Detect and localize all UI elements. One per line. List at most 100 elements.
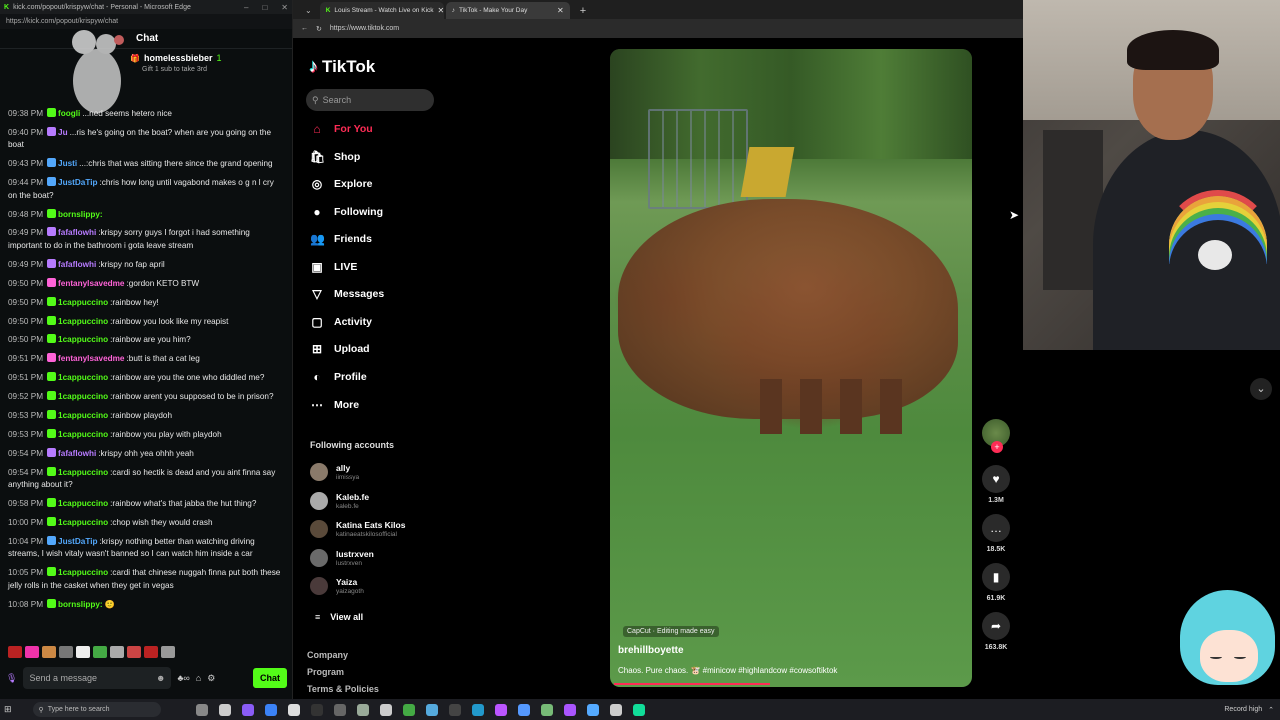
sidebar-item-for-you[interactable]: ⌂ For You	[310, 122, 372, 136]
taskbar-app-icon[interactable]	[402, 703, 415, 716]
minimize-icon[interactable]: –	[244, 3, 248, 12]
message-username[interactable]: 1cappuccino	[58, 430, 108, 439]
message-username[interactable]: fafaflowhi	[58, 260, 96, 269]
tab-close-icon[interactable]: ✕	[557, 6, 564, 15]
taskbar-app-icon[interactable]	[540, 703, 553, 716]
new-tab-icon[interactable]: +	[572, 5, 594, 19]
taskbar-app-icon[interactable]	[333, 703, 346, 716]
taskbar-app-icon[interactable]	[195, 703, 208, 716]
refresh-icon[interactable]: ↻	[316, 25, 322, 33]
follow-plus-icon[interactable]: +	[991, 441, 1003, 453]
record-status[interactable]: Record high	[1224, 706, 1262, 713]
taskbar-app-icon[interactable]	[310, 703, 323, 716]
heart-action[interactable]: ♥ 1.3M	[981, 465, 1011, 504]
emote-bar[interactable]	[8, 646, 175, 658]
emote-icon[interactable]	[59, 646, 73, 658]
taskbar-app-icon[interactable]	[563, 703, 576, 716]
sidebar-item-friends[interactable]: 👥 Friends	[310, 232, 372, 246]
emote-icon[interactable]	[161, 646, 175, 658]
following-account[interactable]: Yaiza yaizagoth	[310, 577, 364, 595]
footer-company[interactable]: Company	[307, 650, 348, 660]
emote-icon[interactable]	[25, 646, 39, 658]
video-player[interactable]: CapCut · Editing made easy brehillboyett…	[610, 49, 972, 687]
chevron-down-icon[interactable]: ⌄	[1250, 378, 1272, 400]
message-username[interactable]: Ju	[58, 128, 68, 137]
footer-terms[interactable]: Terms & Policies	[307, 684, 379, 694]
sidebar-item-following[interactable]: ● Following	[310, 205, 383, 219]
chat-url[interactable]: https://kick.com/popout/krispyw/chat	[6, 18, 118, 25]
heart-icon[interactable]: ♥	[982, 465, 1010, 493]
taskbar-app-icon[interactable]	[356, 703, 369, 716]
message-username[interactable]: 1cappuccino	[58, 411, 108, 420]
message-username[interactable]: fentanylsavedme	[58, 279, 124, 288]
window-controls[interactable]: – □ ✕	[244, 3, 288, 12]
following-account[interactable]: Kaleb.fe kaleb.fe	[310, 492, 369, 510]
sidebar-item-upload[interactable]: ⊞ Upload	[310, 342, 370, 356]
emote-icon[interactable]	[127, 646, 141, 658]
tab-list-icon[interactable]: ⌄	[299, 6, 318, 19]
comment-icon[interactable]: …	[982, 514, 1010, 542]
message-username[interactable]: JustDaTip	[58, 537, 97, 546]
message-username[interactable]: fafaflowhi	[58, 228, 96, 237]
sidebar-item-more[interactable]: ⋯ More	[310, 398, 359, 412]
message-username[interactable]: 1cappuccino	[58, 392, 108, 401]
chat-message-input[interactable]: Send a message ☻	[23, 667, 172, 689]
windows-start-icon[interactable]: ⊞	[4, 704, 12, 715]
footer-program[interactable]: Program	[307, 667, 344, 677]
message-username[interactable]: fentanylsavedme	[58, 354, 124, 363]
taskbar-app-icon[interactable]	[287, 703, 300, 716]
message-username[interactable]: 1cappuccino	[58, 335, 108, 344]
emote-icon[interactable]	[144, 646, 158, 658]
tray-chevron-icon[interactable]: ⌃	[1268, 706, 1274, 714]
taskbar-app-icon[interactable]	[448, 703, 461, 716]
taskbar-app-icon[interactable]	[218, 703, 231, 716]
tiktok-logo[interactable]: ♪ TikTok	[309, 56, 375, 77]
back-icon[interactable]: ←	[301, 25, 308, 32]
message-username[interactable]: bornslippy:	[58, 600, 103, 609]
emote-icon[interactable]	[8, 646, 22, 658]
taskbar-app-icon[interactable]	[379, 703, 392, 716]
emoji-icon[interactable]: ☻	[156, 673, 165, 683]
taskbar-app-icon[interactable]	[425, 703, 438, 716]
comment-action[interactable]: … 18.5K	[981, 514, 1011, 553]
video-progress-bar[interactable]	[614, 683, 770, 685]
microphone-icon[interactable]: 🎙	[6, 673, 17, 684]
close-icon[interactable]: ✕	[281, 3, 288, 12]
message-username[interactable]: 1cappuccino	[58, 298, 108, 307]
capcut-label[interactable]: CapCut · Editing made easy	[623, 626, 719, 637]
message-username[interactable]: bornslippy:	[58, 210, 103, 219]
taskbar-app-icon[interactable]	[609, 703, 622, 716]
message-username[interactable]: 1cappuccino	[58, 499, 108, 508]
settings-gear-icon[interactable]: ⚙	[207, 673, 215, 684]
taskbar-app-icon[interactable]	[586, 703, 599, 716]
emote-icon[interactable]	[110, 646, 124, 658]
pinned-gift-banner[interactable]: 🎁 homelessbieber 1 Gift 1 sub to take 3r…	[0, 49, 292, 99]
taskbar-app-icon[interactable]	[632, 703, 645, 716]
store-icon[interactable]: ⌂	[196, 673, 201, 683]
message-username[interactable]: 1cappuccino	[58, 317, 108, 326]
tab-close-icon[interactable]: ✕	[438, 6, 444, 15]
message-username[interactable]: fafaflowhi	[58, 449, 96, 458]
bookmark-action[interactable]: ▮ 61.9K	[981, 563, 1011, 602]
message-username[interactable]: foogli	[58, 109, 80, 118]
message-username[interactable]: 1cappuccino	[58, 468, 108, 477]
taskbar-app-icon[interactable]	[241, 703, 254, 716]
points-icon[interactable]: ♣∞	[177, 673, 189, 683]
message-username[interactable]: Justi	[58, 159, 77, 168]
sidebar-item-live[interactable]: ▣ LIVE	[310, 260, 357, 274]
maximize-icon[interactable]: □	[262, 3, 267, 12]
chat-send-button[interactable]: Chat	[253, 668, 287, 688]
search-input[interactable]: ⚲ Search	[306, 89, 434, 111]
following-account[interactable]: Katina Eats Kilos katinaeatskilosofficial	[310, 520, 405, 538]
message-username[interactable]: 1cappuccino	[58, 373, 108, 382]
video-author[interactable]: brehillboyette	[618, 645, 684, 656]
sidebar-item-messages[interactable]: ▽ Messages	[310, 287, 384, 301]
taskbar-app-icon[interactable]	[494, 703, 507, 716]
message-username[interactable]: 1cappuccino	[58, 568, 108, 577]
sidebar-item-activity[interactable]: ▢ Activity	[310, 315, 372, 329]
sidebar-item-shop[interactable]: 🛍 Shop	[310, 150, 360, 164]
message-username[interactable]: JustDaTip	[58, 178, 97, 187]
following-account[interactable]: lustrxven lustrxven	[310, 549, 374, 567]
taskbar-app-icon[interactable]	[471, 703, 484, 716]
bookmark-icon[interactable]: ▮	[982, 563, 1010, 591]
